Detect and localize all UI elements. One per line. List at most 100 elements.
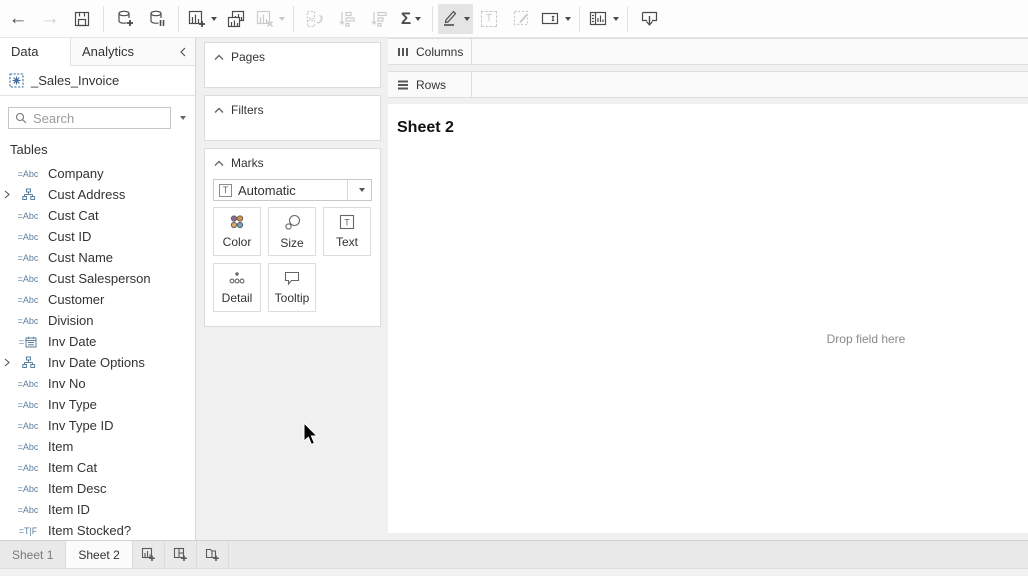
field-item-division[interactable]: =AbcDivision [0, 310, 195, 331]
highlight-button[interactable] [438, 4, 473, 34]
tables-section-title: Tables [0, 129, 195, 163]
collapse-pane-button[interactable] [170, 38, 195, 65]
string-field-icon: =Abc [14, 253, 42, 263]
datasource-row[interactable]: _Sales_Invoice [0, 66, 195, 96]
new-story-icon [204, 546, 221, 563]
field-item-company[interactable]: =AbcCompany [0, 163, 195, 184]
tab-analytics[interactable]: Analytics [70, 38, 170, 65]
new-worksheet-button[interactable] [184, 4, 220, 34]
field-item-item-cat[interactable]: =AbcItem Cat [0, 457, 195, 478]
clear-sheet-button[interactable] [252, 4, 288, 34]
field-item-inv-type-id[interactable]: =AbcInv Type ID [0, 415, 195, 436]
sort-descending-icon [369, 9, 389, 29]
sheet-title: Sheet 2 [397, 119, 454, 137]
totals-sigma-icon: Σ [401, 10, 411, 27]
presentation-mode-button[interactable] [633, 4, 665, 34]
field-list: =AbcCompanyCust Address=AbcCust Cat=AbcC… [0, 163, 195, 540]
toolbar-separator [579, 6, 580, 32]
field-item-cust-id[interactable]: =AbcCust ID [0, 226, 195, 247]
new-story-tab-button[interactable] [197, 541, 229, 568]
tab-data[interactable]: Data [0, 38, 70, 66]
redo-icon: → [41, 9, 60, 28]
mark-type-dropdown[interactable]: T Automatic [213, 179, 372, 201]
tab-sheet-1[interactable]: Sheet 1 [0, 541, 66, 568]
field-item-cust-cat[interactable]: =AbcCust Cat [0, 205, 195, 226]
string-field-icon: =Abc [14, 421, 42, 431]
mark-type-caret-button[interactable] [347, 180, 371, 200]
field-name: Item ID [42, 502, 90, 517]
pause-auto-updates-button[interactable] [141, 4, 173, 34]
field-item-cust-name[interactable]: =AbcCust Name [0, 247, 195, 268]
filters-card[interactable]: Filters [204, 95, 381, 141]
mark-buttons: Color Size T Text Detail Tooltip [205, 207, 380, 312]
search-box[interactable] [8, 107, 171, 129]
sheet-view[interactable]: Sheet 2 Drop field here [388, 104, 1028, 533]
new-worksheet-tab-button[interactable] [133, 541, 165, 568]
rows-icon [397, 79, 409, 91]
field-item-inv-no[interactable]: =AbcInv No [0, 373, 195, 394]
search-input[interactable] [33, 111, 143, 126]
show-mark-labels-button[interactable]: T [473, 4, 505, 34]
save-button[interactable] [66, 4, 98, 34]
redo-button[interactable]: → [34, 4, 66, 34]
search-options-button[interactable] [171, 116, 191, 120]
columns-drop-area[interactable] [472, 39, 1028, 64]
color-button[interactable]: Color [213, 207, 261, 256]
sort-ascending-button[interactable] [331, 4, 363, 34]
field-item-customer[interactable]: =AbcCustomer [0, 289, 195, 310]
swap-rows-columns-icon [305, 9, 325, 29]
field-item-item-id[interactable]: =AbcItem ID [0, 499, 195, 520]
datasource-icon [9, 73, 24, 88]
toolbar-separator [103, 6, 104, 32]
highlight-pen-icon [441, 9, 460, 28]
field-item-item-desc[interactable]: =AbcItem Desc [0, 478, 195, 499]
tab-sheet-2[interactable]: Sheet 2 [66, 541, 132, 568]
expand-chevron-icon[interactable] [0, 190, 14, 199]
string-field-icon: =Abc [14, 232, 42, 242]
expand-chevron-icon[interactable] [0, 358, 14, 367]
date-field-icon: = [14, 336, 42, 348]
rows-shelf[interactable]: Rows [388, 71, 1028, 98]
field-name: Inv No [42, 376, 86, 391]
new-dashboard-tab-button[interactable] [165, 541, 197, 568]
dropdown-caret-icon [359, 188, 365, 192]
status-bar [0, 568, 1028, 576]
field-item-item-stocked[interactable]: =T|FItem Stocked? [0, 520, 195, 540]
color-icon [229, 214, 245, 230]
new-worksheet-icon [140, 546, 157, 563]
dropdown-caret-icon [211, 17, 217, 21]
show-hide-cards-icon [588, 9, 609, 28]
show-hide-cards-button[interactable] [585, 4, 622, 34]
columns-shelf[interactable]: Columns [388, 38, 1028, 65]
undo-button[interactable]: ← [2, 4, 34, 34]
size-button[interactable]: Size [268, 207, 316, 256]
rows-drop-area[interactable] [472, 72, 1028, 97]
rows-shelf-label: Rows [388, 72, 472, 97]
totals-button[interactable]: Σ [395, 4, 427, 34]
field-name: Item [42, 439, 73, 454]
field-item-cust-salesperson[interactable]: =AbcCust Salesperson [0, 268, 195, 289]
text-button[interactable]: T Text [323, 207, 371, 256]
dropdown-caret-icon [279, 17, 285, 21]
pages-card[interactable]: Pages [204, 42, 381, 88]
tooltip-icon [283, 270, 301, 286]
swap-rows-columns-button[interactable] [299, 4, 331, 34]
fit-selector-button[interactable] [537, 4, 574, 34]
field-name: Cust Salesperson [42, 271, 151, 286]
field-item-inv-type[interactable]: =AbcInv Type [0, 394, 195, 415]
datasource-name: _Sales_Invoice [31, 73, 119, 88]
new-data-source-button[interactable] [109, 4, 141, 34]
cards-pane: Pages Filters Marks T Automatic [196, 38, 388, 540]
fit-icon [540, 9, 561, 28]
field-name: Inv Date Options [42, 355, 145, 370]
sort-descending-button[interactable] [363, 4, 395, 34]
duplicate-sheet-button[interactable] [220, 4, 252, 34]
field-item-item[interactable]: =AbcItem [0, 436, 195, 457]
field-item-cust-address[interactable]: Cust Address [0, 184, 195, 205]
tooltip-button[interactable]: Tooltip [268, 263, 316, 312]
detail-button[interactable]: Detail [213, 263, 261, 312]
mark-type-value: Automatic [238, 183, 347, 198]
format-annotations-button[interactable] [505, 4, 537, 34]
field-item-inv-date-options[interactable]: Inv Date Options [0, 352, 195, 373]
field-item-inv-date[interactable]: =Inv Date [0, 331, 195, 352]
